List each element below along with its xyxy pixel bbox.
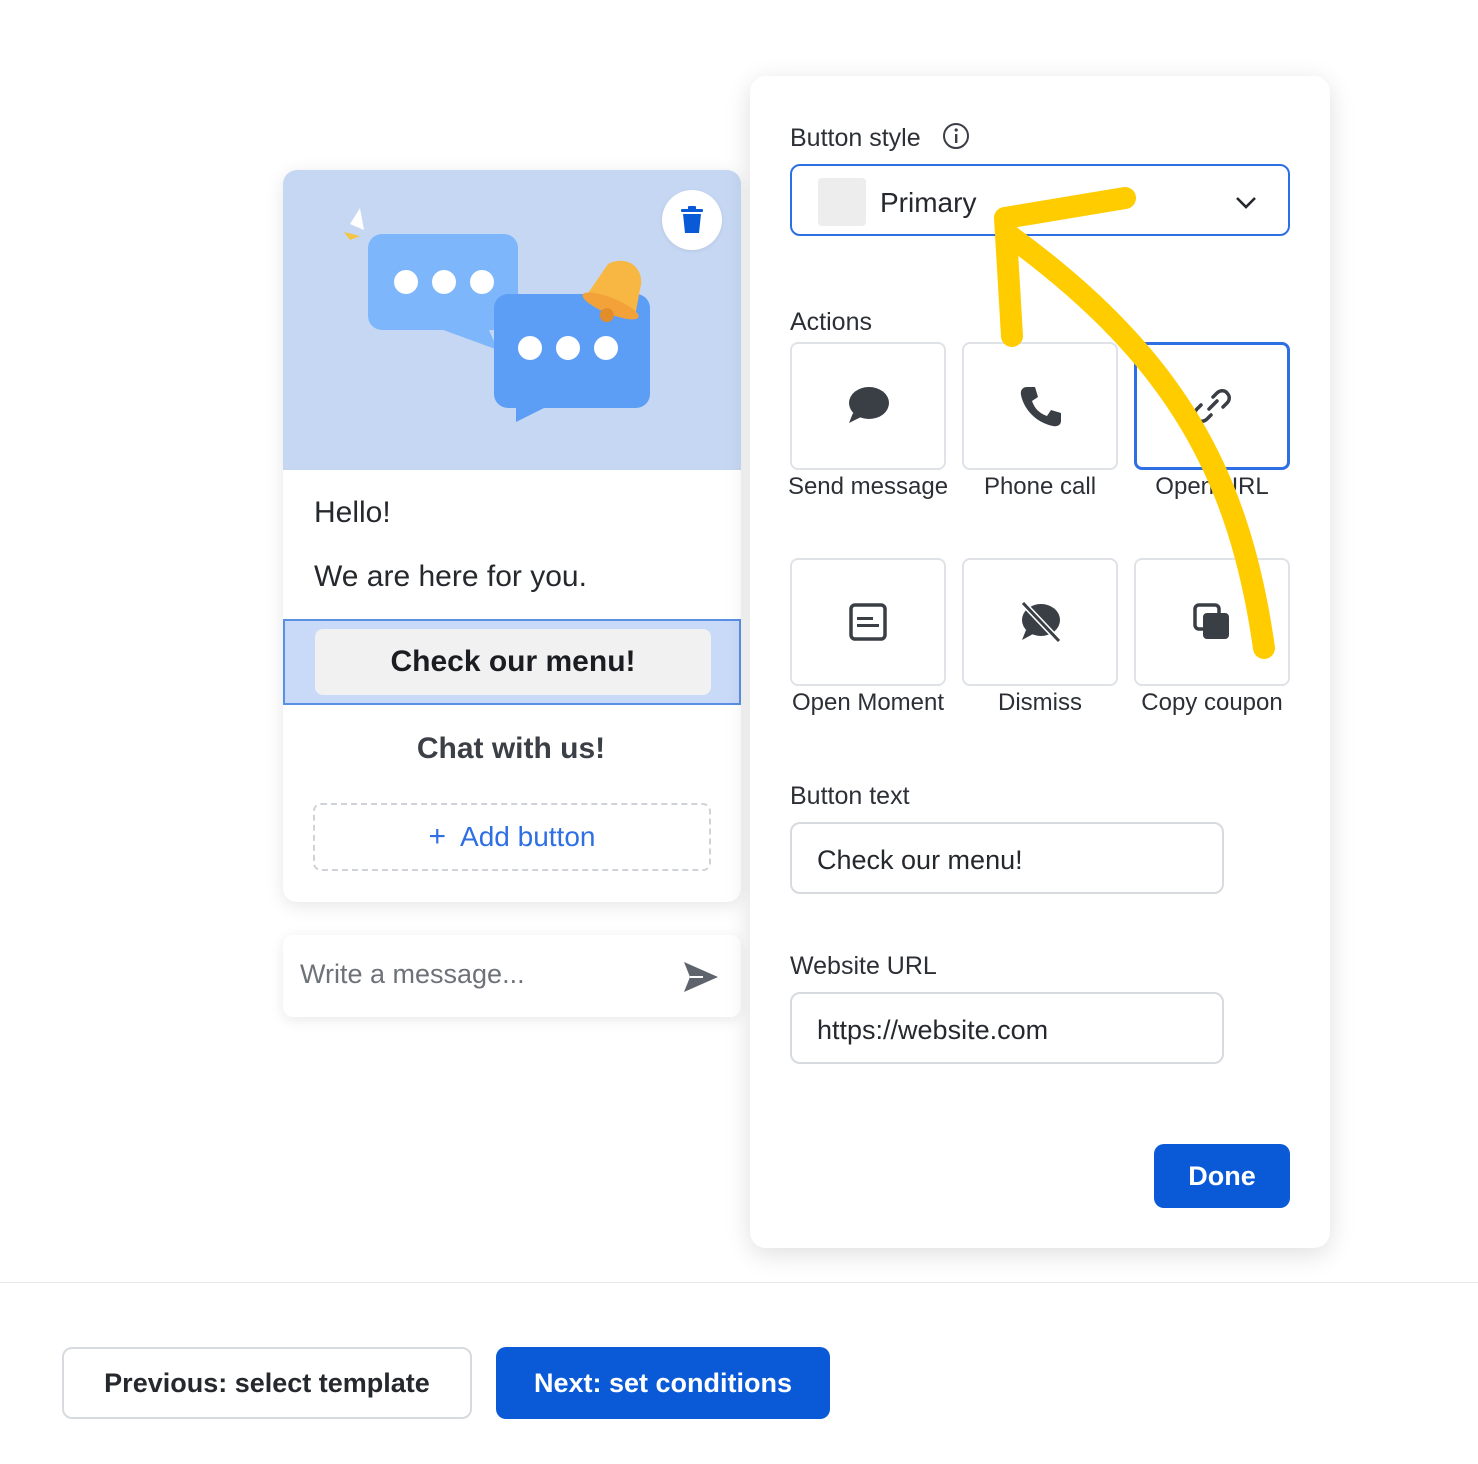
chat-preview-card: Hello! We are here for you. Check our me… — [283, 170, 741, 902]
message-input[interactable]: Write a message... — [283, 935, 741, 1017]
moment-icon — [849, 603, 887, 641]
add-button[interactable]: + Add button — [313, 803, 711, 871]
link-icon — [1193, 389, 1231, 423]
button-style-label: Button style — [790, 124, 921, 152]
card-image — [283, 170, 741, 470]
previous-step-button[interactable]: Previous: select template — [62, 1347, 472, 1419]
done-button[interactable]: Done — [1154, 1144, 1290, 1208]
delete-card-button[interactable] — [662, 190, 722, 250]
trash-icon — [681, 206, 703, 233]
subtitle-text: We are here for you. — [314, 560, 587, 593]
action-send-message[interactable] — [790, 342, 946, 470]
preview-primary-button[interactable]: Check our menu! — [315, 629, 711, 695]
greeting-text: Hello! — [314, 496, 391, 529]
preview-secondary-button[interactable]: Chat with us! — [313, 716, 709, 782]
plus-icon: + — [428, 820, 447, 853]
button-style-select[interactable]: Primary — [790, 164, 1290, 236]
action-open-moment[interactable] — [790, 558, 946, 686]
button-text-value: Check our menu! — [817, 845, 1023, 875]
action-label-phone-call: Phone call — [983, 473, 1097, 500]
actions-label: Actions — [790, 308, 872, 336]
chevron-down-icon — [1236, 197, 1256, 209]
button-style-value: Primary — [880, 187, 977, 218]
send-icon[interactable] — [681, 957, 721, 997]
copy-icon — [1193, 603, 1229, 639]
message-placeholder: Write a message... — [300, 959, 525, 989]
dismiss-icon — [1020, 600, 1062, 644]
action-label-open-url: Open URL — [1155, 473, 1269, 500]
button-settings-panel: Button style Primary Actions Send messag… — [750, 76, 1330, 1248]
action-copy-coupon[interactable] — [1134, 558, 1290, 686]
website-url-label: Website URL — [790, 952, 937, 980]
button-text-input[interactable]: Check our menu! — [790, 822, 1224, 894]
chat-bubbles-illustration — [344, 208, 650, 422]
chat-bubble-icon — [849, 387, 889, 423]
action-label-dismiss: Dismiss — [998, 689, 1082, 716]
action-label-open-moment: Open Moment — [791, 689, 945, 716]
add-button-label: Add button — [460, 821, 596, 852]
button-text-label: Button text — [790, 782, 910, 810]
action-label-copy-coupon: Copy coupon — [1141, 689, 1283, 716]
action-label-send-message: Send message — [787, 473, 949, 500]
next-step-button[interactable]: Next: set conditions — [496, 1347, 830, 1419]
wizard-footer: Previous: select template Next: set cond… — [0, 1282, 1478, 1464]
editor-stage: Hello! We are here for you. Check our me… — [0, 0, 1478, 1282]
style-swatch — [818, 178, 866, 226]
website-url-input[interactable]: https://website.com — [790, 992, 1224, 1064]
action-dismiss[interactable] — [962, 558, 1118, 686]
phone-icon — [1020, 387, 1061, 427]
info-icon[interactable] — [942, 122, 970, 150]
selected-button-highlight: Check our menu! — [283, 619, 741, 705]
action-phone-call[interactable] — [962, 342, 1118, 470]
website-url-value: https://website.com — [817, 1015, 1049, 1045]
action-open-url[interactable] — [1134, 342, 1290, 470]
